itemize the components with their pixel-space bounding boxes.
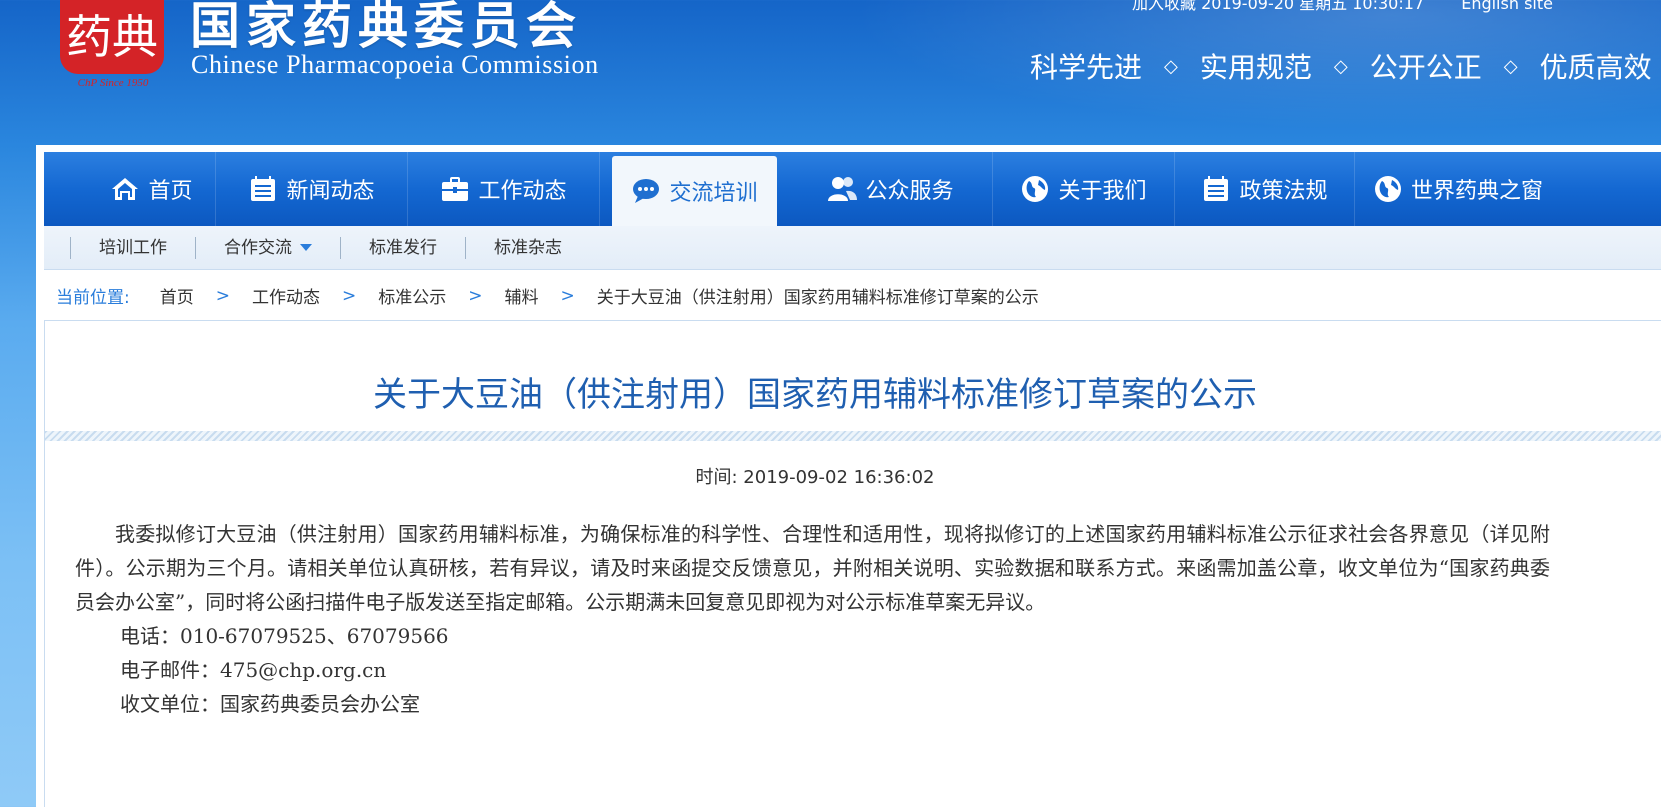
motto-item: 优质高效 [1539,51,1652,84]
motto-item: 实用规范 [1199,51,1312,84]
home-icon [112,178,139,200]
breadcrumb-separator: > [468,285,483,306]
nav-item-label: 世界药典之窗 [1410,179,1543,204]
main-nav: 首页 新闻动态 工作动态 交流培训 公众服务 关于我们 政策法规 世界药典之窗 [44,152,1661,226]
nav-item-news[interactable]: 新闻动态 [216,152,408,226]
nav-item-training[interactable]: 交流培训 [612,156,777,226]
article-paragraph: 我委拟修订大豆油（供注射用）国家药用辅料标准，为确保标准的科学性、合理性和适用性… [75,522,1550,614]
list-icon [251,176,276,201]
motto-item: 公开公正 [1369,51,1482,84]
breadcrumb-item-work[interactable]: 工作动态 [252,283,320,308]
breadcrumb-item-home[interactable]: 首页 [160,283,194,308]
briefcase-icon [442,177,469,201]
nav-item-label: 交流培训 [669,181,758,206]
motto-item: 科学先进 [1030,51,1143,84]
title-divider [45,431,1661,441]
nav-item-work[interactable]: 工作动态 [408,152,600,226]
nav-item-world-pharmacopoeia[interactable]: 世界药典之窗 [1355,152,1561,226]
nav-item-about[interactable]: 关于我们 [993,152,1175,226]
globe-icon [1022,176,1049,202]
breadcrumb-item-standard-notice[interactable]: 标准公示 [378,283,446,308]
list-icon [1204,176,1229,201]
nav-item-policy[interactable]: 政策法规 [1175,152,1355,226]
nav-item-label: 关于我们 [1058,179,1147,204]
breadcrumb-item-current: 关于大豆油（供注射用）国家药用辅料标准修订草案的公示 [596,288,1039,308]
motto-separator: ◇ [1503,55,1518,77]
breadcrumb-separator: > [215,285,230,306]
article-phone-line: 电话：010-67079525、67079566 [75,619,1550,653]
top-links: 加入收藏 2019-09-20 星期五 10:30:17 English sit… [1132,0,1585,14]
breadcrumb-item-excipients[interactable]: 辅料 [504,283,538,308]
site-header: 药典 ChP Since 1950 国家药典委员会 Chinese Pharma… [0,0,1661,150]
english-site-link[interactable]: English site [1461,0,1553,13]
nav-item-home[interactable]: 首页 [44,152,216,226]
article-publish-time: 时间: 2019-09-02 16:36:02 [695,467,935,488]
article-phone: 电话：010-67079525、67079566 [120,624,449,648]
subnav-item-standard-journal[interactable]: 标准杂志 [465,236,590,259]
logo-subtitle: ChP Since 1950 [77,77,149,89]
article-email[interactable]: 电子邮件：475@chp.org.cn [120,658,386,682]
page-frame: 首页 新闻动态 工作动态 交流培训 公众服务 关于我们 政策法规 世界药典之窗 … [36,145,1661,807]
article-content: 关于大豆油（供注射用）国家药用辅料标准修订草案的公示 时间: 2019-09-0… [44,321,1661,807]
subnav-item-training-work[interactable]: 培训工作 [70,236,195,259]
motto-separator: ◇ [1164,55,1178,77]
users-icon [828,177,858,201]
motto-bar: 科学先进 ◇ 实用规范 ◇ 公开公正 ◇ 优质高效 [1030,46,1652,86]
subnav-item-label: 标准杂志 [494,237,562,258]
article-title: 关于大豆油（供注射用）国家药用辅料标准修订草案的公示 [373,375,1257,415]
article-recipient-line: 收文单位：国家药典委员会办公室 [75,687,1550,721]
breadcrumb-lead: 当前位置: [56,288,130,308]
chevron-down-icon [300,244,312,251]
nav-item-label: 公众服务 [865,179,954,204]
nav-item-label: 工作动态 [478,179,567,204]
bookmark-link[interactable]: 加入收藏 2019-09-20 星期五 10:30:17 [1132,0,1424,13]
article-body: 我委拟修订大豆油（供注射用）国家药用辅料标准，为确保标准的科学性、合理性和适用性… [75,517,1550,721]
sub-nav: 培训工作 合作交流 标准发行 标准杂志 [44,226,1661,270]
breadcrumb-separator: > [341,285,357,306]
subnav-item-label: 合作交流 [224,237,292,258]
breadcrumb-separator: > [560,285,575,306]
subnav-item-cooperation[interactable]: 合作交流 [195,236,340,259]
nav-item-public-service[interactable]: 公众服务 [789,152,993,226]
nav-item-label: 政策法规 [1239,179,1328,204]
logo-seal-glyph: 药典 [66,10,158,64]
org-name-en: Chinese Pharmacopoeia Commission [191,50,599,79]
motto-separator: ◇ [1333,55,1348,77]
subnav-item-standard-release[interactable]: 标准发行 [340,236,465,259]
nav-item-label: 新闻动态 [286,179,375,204]
breadcrumb: 当前位置: 首页 > 工作动态 > 标准公示 > 辅料 > 关于大豆油（供注射用… [44,271,1661,321]
nav-item-label: 首页 [148,179,193,204]
subnav-item-label: 培训工作 [99,237,167,258]
article-email-line: 电子邮件：475@chp.org.cn [75,653,1550,687]
globe-icon [1374,176,1401,202]
subnav-item-label: 标准发行 [369,237,437,258]
article-recipient: 收文单位：国家药典委员会办公室 [120,692,420,716]
logo-seal[interactable]: 药典 [60,0,164,74]
chat-bubble-icon [633,179,660,203]
